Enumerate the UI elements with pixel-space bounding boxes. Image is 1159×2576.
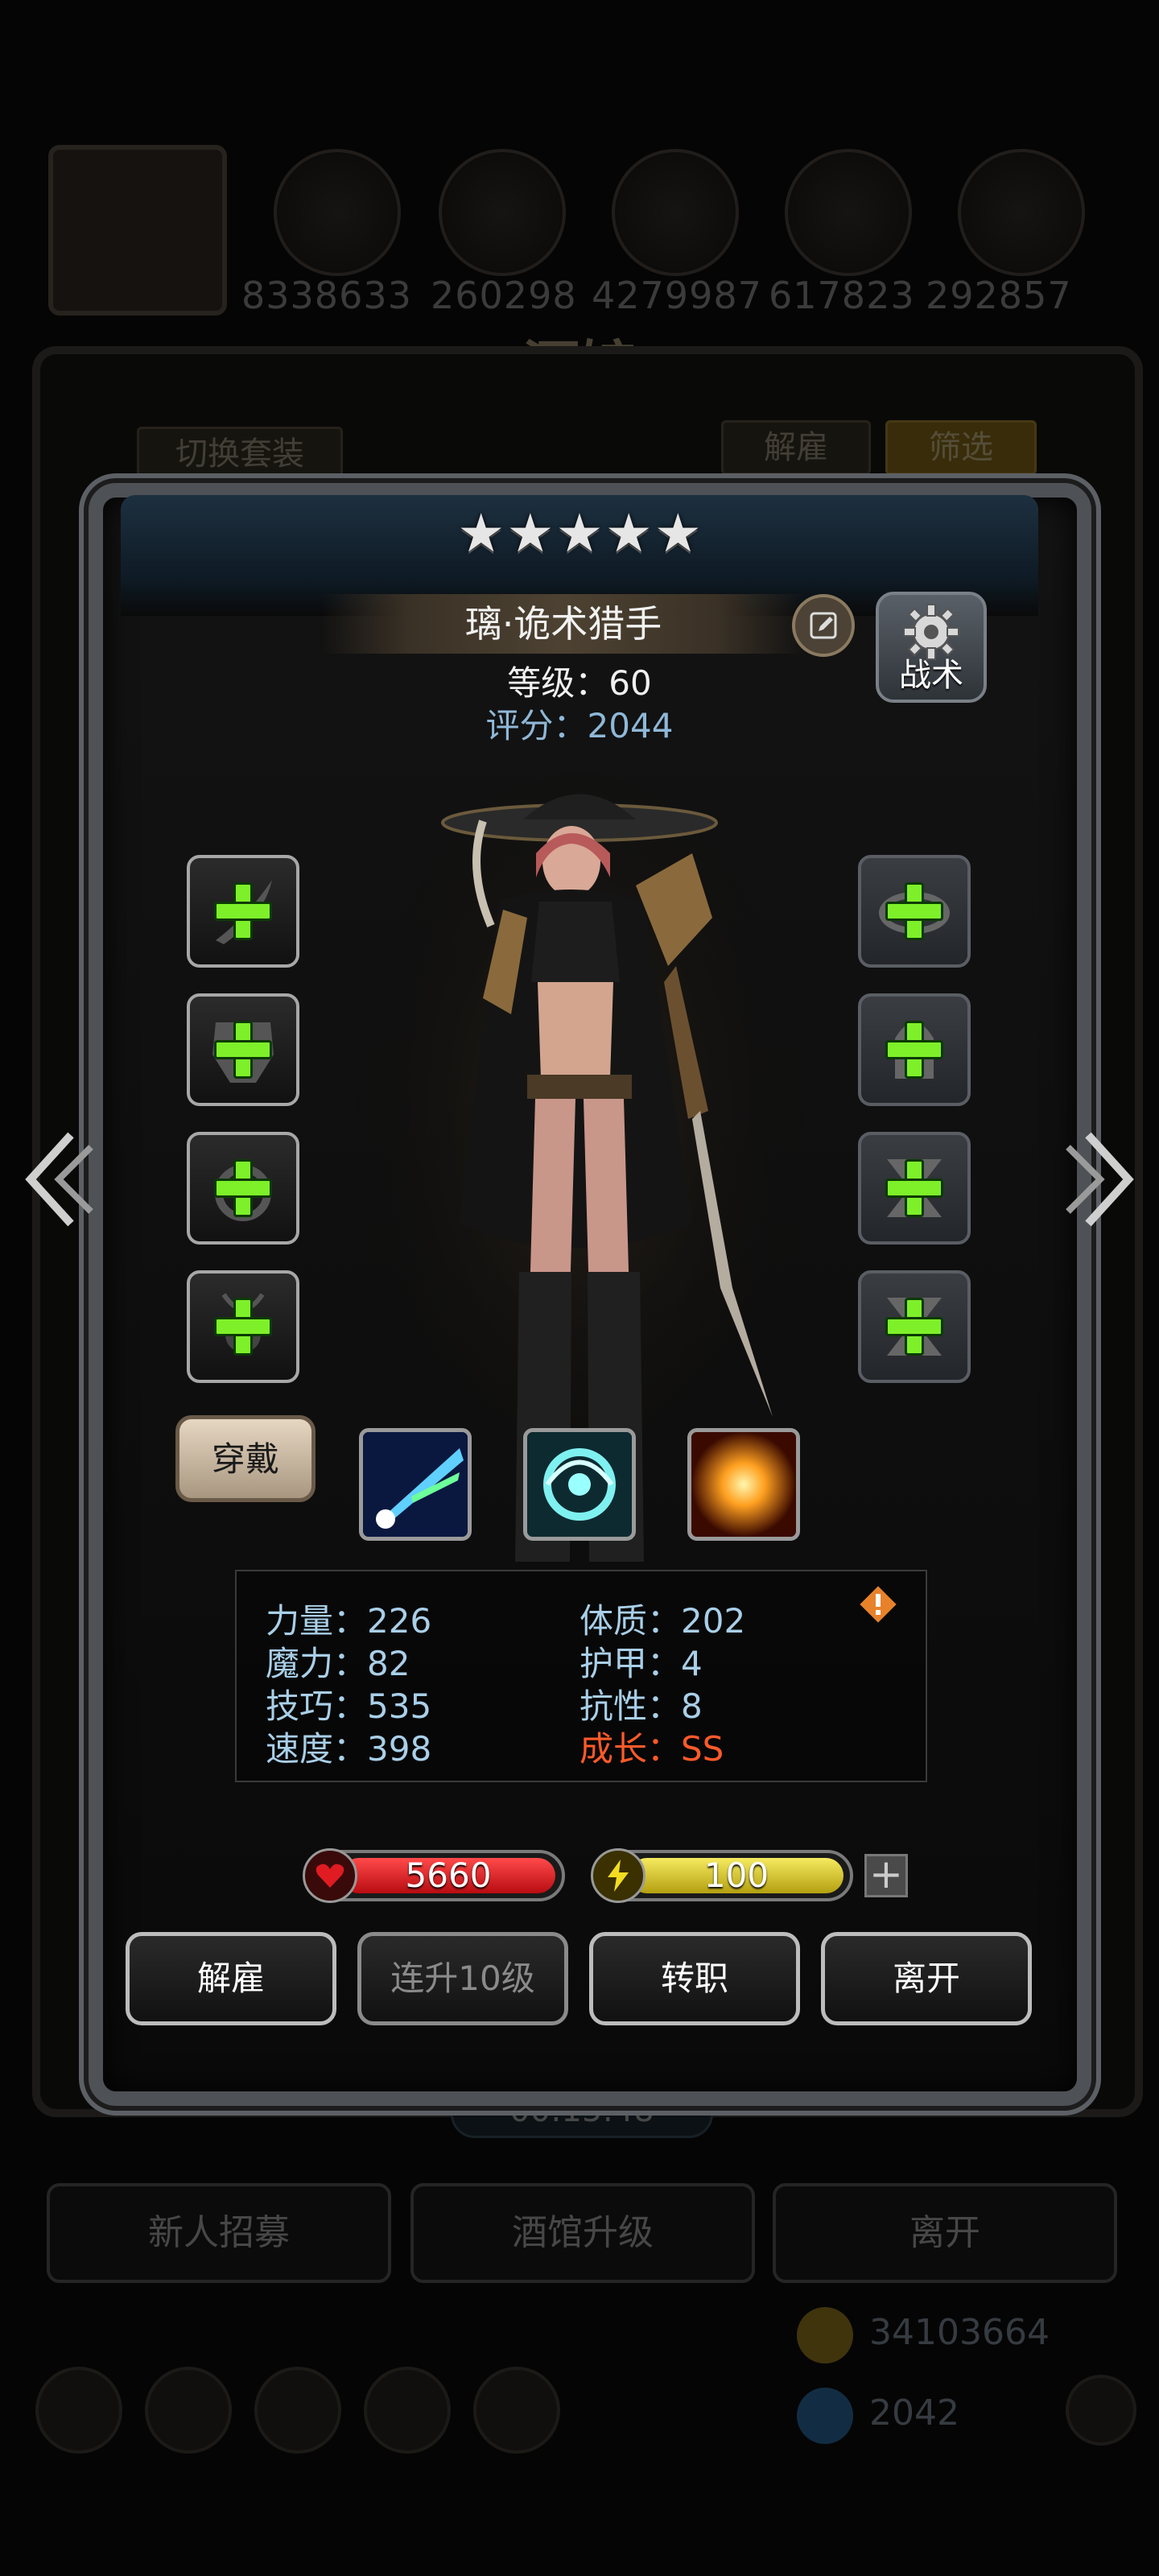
resource-count-5: 292857 [926,274,1072,317]
stat-strength: 力量：226 [266,1601,432,1641]
menu-icon-1[interactable] [35,2367,122,2454]
add-icon [885,1159,943,1217]
equip-slot-helmet[interactable] [858,993,971,1106]
add-currency-icon[interactable] [1066,2375,1136,2446]
dismiss-button[interactable]: 解雇 [126,1932,336,2025]
add-icon [885,1021,943,1079]
player-portrait [48,145,227,316]
stat-magic: 魔力：82 [266,1644,410,1683]
skill-fire-burst[interactable] [687,1428,800,1541]
star-icon: ★ [457,502,505,564]
stat-speed: 速度：398 [266,1729,432,1769]
bg-leave-button[interactable]: 离开 [773,2183,1117,2283]
hero-score: 评分：2044 [485,706,674,745]
add-icon [885,882,943,940]
stat-growth: 成长：SS [580,1729,724,1769]
info-warning-icon[interactable] [856,1583,900,1626]
gold-amount: 34103664 [869,2312,1050,2353]
equip-slot-weapon[interactable] [187,855,299,968]
add-icon [214,882,272,940]
add-energy-button[interactable]: + [864,1854,908,1897]
menu-icon-2[interactable] [145,2367,232,2454]
wear-button[interactable]: 穿戴 [175,1415,316,1502]
resource-count-1: 8338633 [241,274,412,317]
edit-icon [810,612,837,639]
fire-burst-skill-icon [691,1432,796,1537]
stat-resistance: 抗性：8 [580,1686,703,1726]
resource-count-2: 260298 [431,274,577,317]
gem-icon [797,2388,853,2444]
gold-coin-icon [797,2307,853,2363]
light-beam-skill-icon [363,1432,468,1537]
energy-bar: 100 [591,1848,853,1903]
previous-hero-arrow-icon[interactable] [14,1127,95,1232]
gear-icon [903,604,959,660]
upgrade-10-levels-button[interactable]: 连升10级 [357,1932,568,2025]
star-icon: ★ [654,502,702,564]
menu-icon-3[interactable] [254,2367,341,2454]
hp-value: 5660 [405,1856,492,1895]
add-icon [214,1159,272,1217]
equip-slot-ring-2[interactable] [858,855,971,968]
star-icon: ★ [506,502,555,564]
next-hero-arrow-icon[interactable] [1064,1127,1145,1232]
resource-count-4: 617823 [769,274,915,317]
hero-level: 等级：60 [507,663,652,703]
energy-value: 100 [703,1856,769,1895]
hp-bar: 5660 [303,1848,565,1903]
filter-button[interactable]: 筛选 [885,420,1037,475]
stat-skill: 技巧：535 [266,1686,432,1726]
resource-slot-1 [274,149,401,276]
hero-name: 璃·诡术猎手 [322,594,805,654]
whirlwind-skill-icon [527,1432,632,1537]
equip-slot-ring[interactable] [187,1132,299,1245]
stat-constitution: 体质：202 [580,1601,746,1641]
add-icon [885,1298,943,1356]
add-icon [214,1298,272,1356]
change-class-button[interactable]: 转职 [589,1932,800,2025]
resource-slot-3 [612,149,739,276]
menu-icon-5[interactable] [473,2367,560,2454]
star-icon: ★ [555,502,604,564]
equip-slot-amulet[interactable] [187,1270,299,1383]
resource-slot-5 [958,149,1085,276]
gem-amount: 2042 [869,2392,959,2434]
equip-slot-belt[interactable] [858,1270,971,1383]
leave-button[interactable]: 离开 [821,1932,1032,2025]
resource-count-3: 4279987 [592,274,762,317]
equip-slot-boots[interactable] [858,1132,971,1245]
add-icon [214,1021,272,1079]
equip-slot-armor[interactable] [187,993,299,1106]
skill-light-beam[interactable] [359,1428,472,1541]
recruit-button[interactable]: 新人招募 [47,2183,391,2283]
switch-outfit-button[interactable]: 切换套装 [137,427,343,481]
star-icon: ★ [604,502,653,564]
stat-armor: 护甲：4 [580,1644,703,1683]
resource-slot-2 [439,149,566,276]
rename-button[interactable] [792,594,855,657]
upgrade-tavern-button[interactable]: 酒馆升级 [410,2183,755,2283]
star-rating: ★ ★ ★ ★ ★ [457,502,702,564]
skill-whirlwind[interactable] [523,1428,636,1541]
resource-slot-4 [785,149,912,276]
menu-icon-4[interactable] [364,2367,451,2454]
bg-dismiss-button[interactable]: 解雇 [721,420,871,475]
